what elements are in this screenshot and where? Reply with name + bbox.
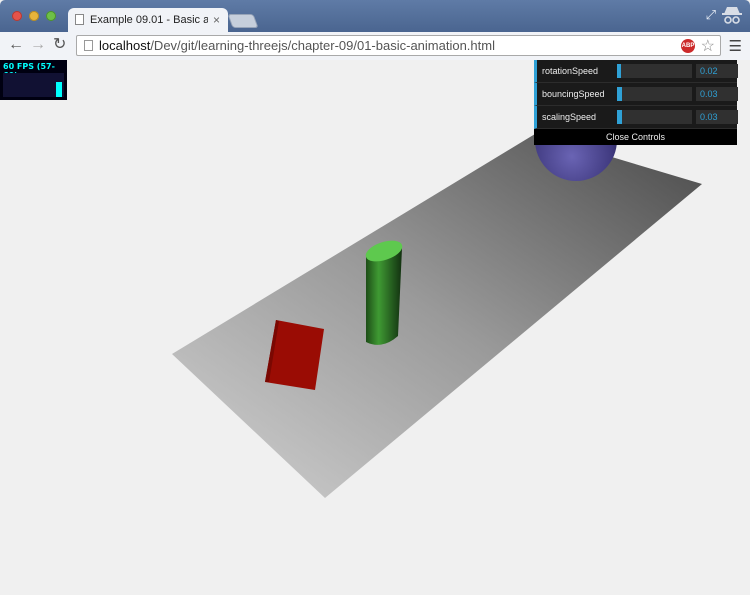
page-icon: [84, 40, 93, 51]
control-bouncing-speed: bouncingSpeed 0.03: [534, 83, 738, 106]
rotation-speed-slider[interactable]: [617, 64, 692, 78]
fps-stats-panel[interactable]: 60 FPS (57-60): [0, 60, 67, 100]
browser-tab[interactable]: Example 09.01 - Basic animation ×: [68, 8, 228, 32]
slider-fill: [617, 64, 621, 78]
back-icon[interactable]: ←: [8, 36, 24, 54]
minimize-window-button[interactable]: [29, 11, 39, 21]
bouncing-speed-input[interactable]: 0.03: [696, 87, 738, 101]
adblock-icon[interactable]: ABP: [681, 39, 695, 53]
scaling-speed-input[interactable]: 0.03: [696, 110, 738, 124]
window-titlebar: Example 09.01 - Basic animation × ⤢: [0, 0, 750, 32]
tab-title: Example 09.01 - Basic animation: [90, 14, 208, 26]
bouncing-speed-slider[interactable]: [617, 87, 692, 101]
fps-graph: [3, 73, 64, 97]
control-scaling-speed: scalingSpeed 0.03: [534, 106, 738, 129]
webgl-canvas[interactable]: 60 FPS (57-60) rotationSpeed 0.02 bounci…: [0, 60, 750, 595]
zoom-window-button[interactable]: [46, 11, 56, 21]
bookmark-star-icon[interactable]: ☆: [701, 36, 715, 56]
forward-icon[interactable]: →: [30, 36, 46, 54]
menu-icon[interactable]: ☰: [729, 37, 742, 55]
slider-fill: [617, 110, 622, 124]
cylinder: [366, 248, 402, 345]
control-label: scalingSpeed: [542, 112, 597, 122]
address-bar[interactable]: localhost/Dev/git/learning-threejs/chapt…: [76, 35, 721, 56]
fullscreen-icon[interactable]: ⤢: [706, 7, 716, 23]
close-controls-button[interactable]: Close Controls: [534, 129, 737, 145]
controls-panel: rotationSpeed 0.02 bouncingSpeed 0.03 sc…: [534, 60, 738, 145]
control-label: rotationSpeed: [542, 66, 599, 76]
control-rotation-speed: rotationSpeed 0.02: [534, 60, 738, 83]
tab-close-icon[interactable]: ×: [213, 8, 220, 32]
url-text[interactable]: localhost/Dev/git/learning-threejs/chapt…: [99, 38, 495, 53]
rotation-speed-input[interactable]: 0.02: [696, 64, 738, 78]
url-host: localhost: [99, 38, 151, 53]
control-label: bouncingSpeed: [542, 89, 605, 99]
fps-graph-bar: [56, 82, 62, 97]
browser-toolbar: ← → ↻ localhost/Dev/git/learning-threejs…: [0, 32, 750, 61]
url-path: /Dev/git/learning-threejs/chapter-09/01-…: [150, 38, 495, 53]
page-icon: [75, 14, 84, 25]
ground-plane: [172, 134, 702, 498]
slider-fill: [617, 87, 622, 101]
reload-icon[interactable]: ↻: [53, 36, 66, 54]
close-window-button[interactable]: [12, 11, 22, 21]
new-tab-button[interactable]: [227, 14, 259, 28]
scaling-speed-slider[interactable]: [617, 110, 692, 124]
incognito-icon: [722, 7, 742, 24]
